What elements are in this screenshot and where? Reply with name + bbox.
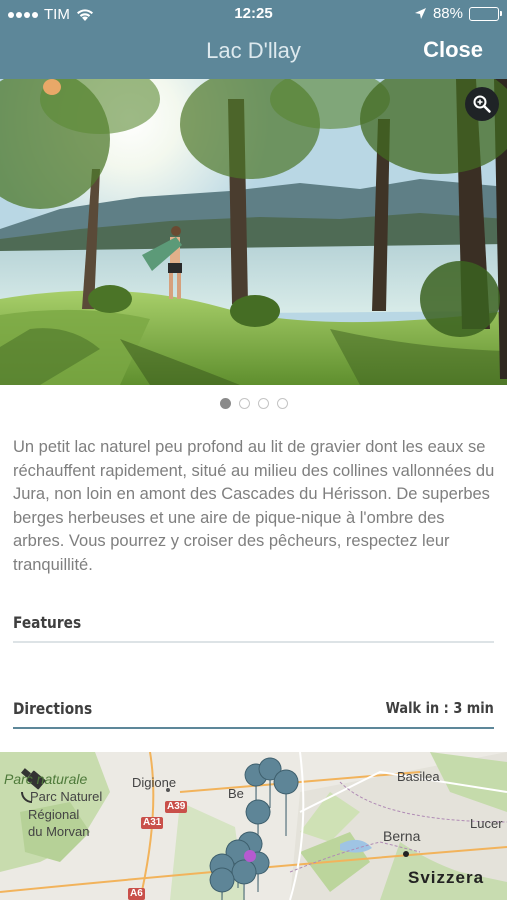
page-dot[interactable] (238, 398, 250, 409)
directions-section[interactable]: Directions Walk in : 3 min (13, 697, 494, 729)
status-right: 88% (414, 5, 502, 22)
zoom-in-icon (473, 95, 491, 113)
walk-time: Walk in : 3 min (385, 699, 494, 717)
directions-map[interactable]: Parc naturale Parc Naturel Régional du M… (0, 752, 507, 900)
pin-cluster[interactable] (209, 757, 299, 900)
map-pins (209, 757, 299, 900)
battery-percent: 88% (432, 5, 463, 22)
app-header: TIM 12:25 88% Lac D'llay Close (0, 0, 507, 79)
current-location-pin[interactable] (244, 850, 256, 862)
page-dot[interactable] (257, 398, 269, 409)
lake-photo (0, 79, 507, 385)
features-section[interactable]: Features (13, 611, 494, 643)
page-indicator[interactable] (0, 398, 507, 409)
place-description: Un petit lac naturel peu profond au lit … (13, 438, 495, 574)
directions-heading: Directions (13, 699, 93, 718)
features-heading: Features (13, 613, 82, 632)
zoom-button[interactable] (465, 87, 499, 121)
page-dot[interactable] (219, 398, 231, 409)
photo-carousel[interactable] (0, 79, 507, 385)
status-bar: TIM 12:25 88% (0, 0, 507, 28)
location-arrow-icon (414, 8, 426, 19)
battery-icon (469, 6, 502, 21)
page-dot[interactable] (276, 398, 288, 409)
close-button[interactable]: Close (423, 37, 483, 63)
